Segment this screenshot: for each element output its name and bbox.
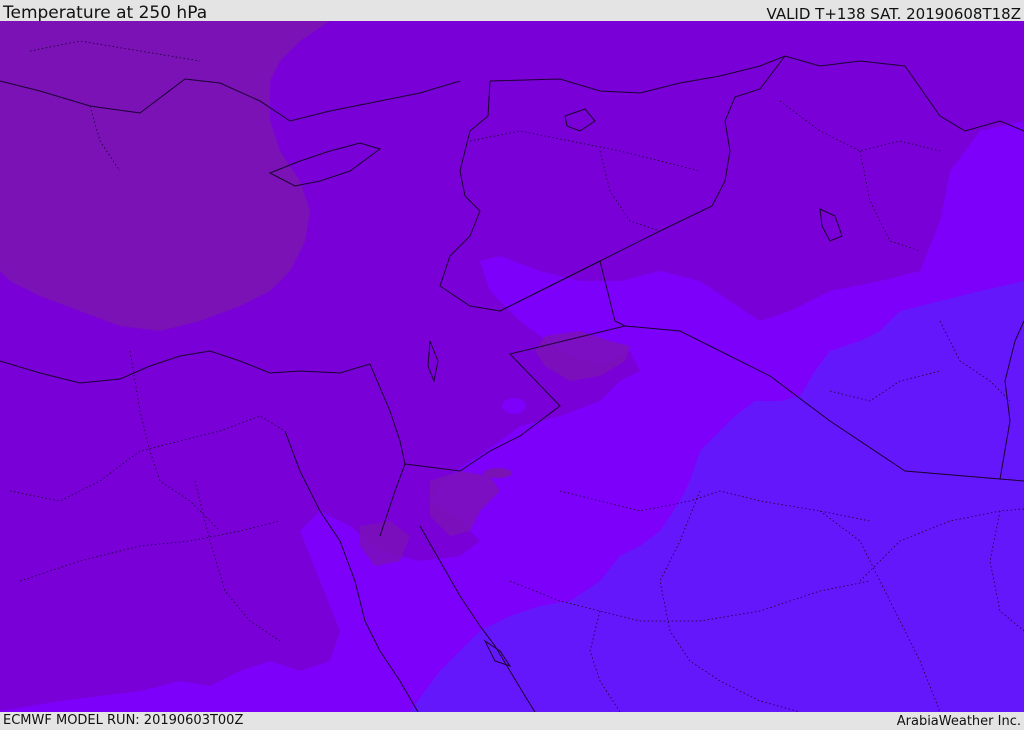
- header-bar: Temperature at 250 hPa VALID T+138 SAT. …: [0, 0, 1024, 23]
- field-cool-blob-b: [484, 468, 512, 478]
- model-run: ECMWF MODEL RUN: 20190603T00Z: [3, 713, 244, 728]
- field-cool-blob-a: [502, 398, 526, 414]
- credit-text: ArabiaWeather Inc.: [896, 714, 1021, 729]
- map-title: Temperature at 250 hPa: [3, 3, 208, 23]
- temperature-map: [0, 21, 1024, 712]
- footer-bar: ECMWF MODEL RUN: 20190603T00Z ArabiaWeat…: [0, 712, 1024, 729]
